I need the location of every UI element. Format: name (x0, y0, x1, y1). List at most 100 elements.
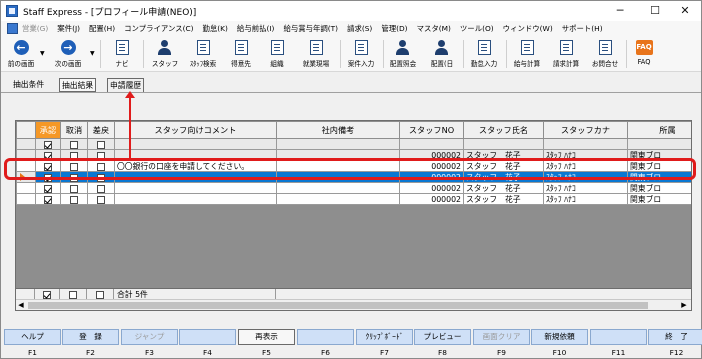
site-button[interactable]: 就業現場 (296, 38, 336, 70)
staff-comment-cell[interactable] (114, 138, 277, 150)
application-grid[interactable]: 承認 取消 差戻 スタッフ向けコメント 社内備考 スタッフNO スタッフ氏名 ス… (15, 120, 692, 311)
menu-payroll[interactable]: 給与賞与年調(T) (283, 23, 338, 34)
staff-button[interactable]: スタッフ (149, 38, 181, 70)
billing-button[interactable]: 請求計算 (547, 38, 585, 70)
cancel-cell[interactable] (60, 193, 88, 205)
close-button[interactable]: ✕ (671, 3, 699, 19)
column-header-cancel[interactable]: 取消 (60, 121, 88, 139)
back-dropdown-icon[interactable]: ▼ (40, 50, 45, 57)
fkey-button-f2[interactable]: 登 録 (62, 329, 119, 345)
menu-billing[interactable]: 請求(S) (347, 23, 372, 34)
internal-memo-cell[interactable] (276, 138, 400, 150)
column-header-staff-comment[interactable]: スタッフ向けコメント (114, 121, 277, 139)
menu-sales[interactable]: 営業(G) (22, 23, 48, 34)
fkey-button-f11[interactable] (590, 329, 647, 345)
window-title: Staff Express - [プロフィール申請(NEO)] (23, 8, 197, 18)
approve-checkbox[interactable] (44, 195, 52, 204)
row-indicator[interactable] (16, 182, 36, 194)
fkey-button-f3[interactable]: ジャンプ (121, 329, 178, 345)
column-header-staff-no[interactable]: スタッフNO (399, 121, 464, 139)
cancel-checkbox[interactable] (70, 195, 78, 204)
fkey-button-f12[interactable]: 終 了 (648, 329, 702, 345)
fkey-button-f10[interactable]: 新規依頼 (531, 329, 588, 345)
approve-cell[interactable] (35, 138, 61, 150)
staff-comment-cell[interactable] (114, 193, 277, 205)
menu-compliance[interactable]: コンプライアンス(C) (124, 23, 193, 34)
total-reject-checkbox[interactable] (96, 291, 104, 299)
scroll-left-icon[interactable]: ◀ (16, 300, 26, 311)
cancel-cell[interactable] (60, 138, 88, 150)
menu-window[interactable]: ウィンドウ(W) (503, 23, 553, 34)
placement-day-button[interactable]: 配置(日 (423, 38, 461, 70)
attendance-button[interactable]: 勤怠入力 (466, 38, 502, 70)
table-row[interactable] (16, 138, 691, 150)
fkey-button-f9[interactable]: 画面クリア (473, 329, 530, 345)
row-indicator[interactable] (16, 193, 36, 205)
table-row[interactable]: 000002 スタッフ 花子 ｽﾀｯﾌ ﾊﾅｺ 関東ブロ (16, 182, 691, 194)
navi-button[interactable]: ナビ (107, 38, 137, 70)
horizontal-scrollbar[interactable]: ◀ ▶ (16, 299, 691, 310)
org-button[interactable]: 組織 (263, 38, 291, 70)
toolbar: ← 前の画面 ▼ → 次の画面 ▼ ナビ スタッフ ｽﾀｯﾌ検索 得意先 組織 (1, 36, 701, 72)
cancel-cell[interactable] (60, 182, 88, 194)
menu-support[interactable]: サポート(H) (562, 23, 603, 34)
inquiry-button[interactable]: お問合せ (587, 38, 623, 70)
tab-extract-condition[interactable]: 抽出条件 (13, 78, 44, 92)
tab-extract-result[interactable]: 抽出結果 (59, 78, 97, 92)
column-header-approve[interactable]: 承認 (35, 121, 61, 139)
horizontal-scroll-thumb[interactable] (28, 302, 648, 309)
total-cancel-checkbox[interactable] (69, 291, 77, 299)
reject-checkbox[interactable] (97, 184, 105, 193)
column-header-reject[interactable]: 差戻 (87, 121, 115, 139)
approve-checkbox[interactable] (44, 140, 52, 149)
cancel-checkbox[interactable] (70, 184, 78, 193)
fkey-label-f4: F4 (203, 348, 212, 357)
site-icon (309, 40, 323, 55)
internal-memo-cell[interactable] (276, 193, 400, 205)
maximize-button[interactable]: ☐ (641, 3, 669, 19)
system-menu-icon[interactable] (7, 23, 18, 34)
approve-checkbox[interactable] (44, 184, 52, 193)
faq-button[interactable]: FAQ FAQ (631, 38, 657, 70)
client-button[interactable]: 得意先 (225, 38, 257, 70)
menu-jobs[interactable]: 案件(J) (57, 23, 80, 34)
cancel-checkbox[interactable] (70, 140, 78, 149)
minimize-button[interactable]: ─ (606, 3, 634, 19)
internal-memo-cell[interactable] (276, 182, 400, 194)
reject-cell[interactable] (87, 138, 115, 150)
fkey-button-f4[interactable] (179, 329, 236, 345)
column-header-department[interactable]: 所属 (627, 121, 691, 139)
staff-comment-cell[interactable] (114, 182, 277, 194)
fkey-button-f5[interactable]: 再表示 (238, 329, 295, 345)
approve-cell[interactable] (35, 182, 61, 194)
menu-master[interactable]: マスタ(M) (417, 23, 451, 34)
menu-attendance[interactable]: 勤怠(K) (203, 23, 228, 34)
back-button[interactable]: ← 前の画面 (3, 38, 39, 70)
payroll-button[interactable]: 給与計算 (509, 38, 545, 70)
fkey-button-f7[interactable]: ｸﾘｯﾌﾟﾎﾞｰﾄﾞ (356, 329, 413, 345)
reject-cell[interactable] (87, 193, 115, 205)
job-entry-button[interactable]: 案件入力 (342, 38, 380, 70)
reject-checkbox[interactable] (97, 195, 105, 204)
column-header-internal-memo[interactable]: 社内備考 (276, 121, 400, 139)
fkey-button-f1[interactable]: ヘルプ (4, 329, 61, 345)
approve-cell[interactable] (35, 193, 61, 205)
menu-admin[interactable]: 管理(D) (381, 23, 407, 34)
menu-advance-pay[interactable]: 給与前払(I) (237, 23, 275, 34)
column-header-staff-name[interactable]: スタッフ氏名 (463, 121, 544, 139)
scroll-right-icon[interactable]: ▶ (679, 300, 689, 311)
fkey-button-f6[interactable] (297, 329, 354, 345)
staff-search-button[interactable]: ｽﾀｯﾌ検索 (184, 38, 222, 70)
column-header-staff-kana[interactable]: スタッフカナ (543, 121, 628, 139)
forward-button[interactable]: → 次の画面 (49, 38, 87, 70)
reject-checkbox[interactable] (97, 140, 105, 149)
fkey-button-f8[interactable]: プレビュー (414, 329, 471, 345)
menu-tools[interactable]: ツール(O) (460, 23, 494, 34)
placement-inquiry-button[interactable]: 配置照会 (385, 38, 421, 70)
row-indicator[interactable] (16, 138, 36, 150)
reject-cell[interactable] (87, 182, 115, 194)
total-approve-checkbox[interactable] (43, 291, 51, 299)
forward-dropdown-icon[interactable]: ▼ (90, 50, 95, 57)
menu-placement[interactable]: 配置(H) (89, 23, 115, 34)
table-row[interactable]: 000002 スタッフ 花子 ｽﾀｯﾌ ﾊﾅｺ 関東ブロ (16, 193, 691, 205)
